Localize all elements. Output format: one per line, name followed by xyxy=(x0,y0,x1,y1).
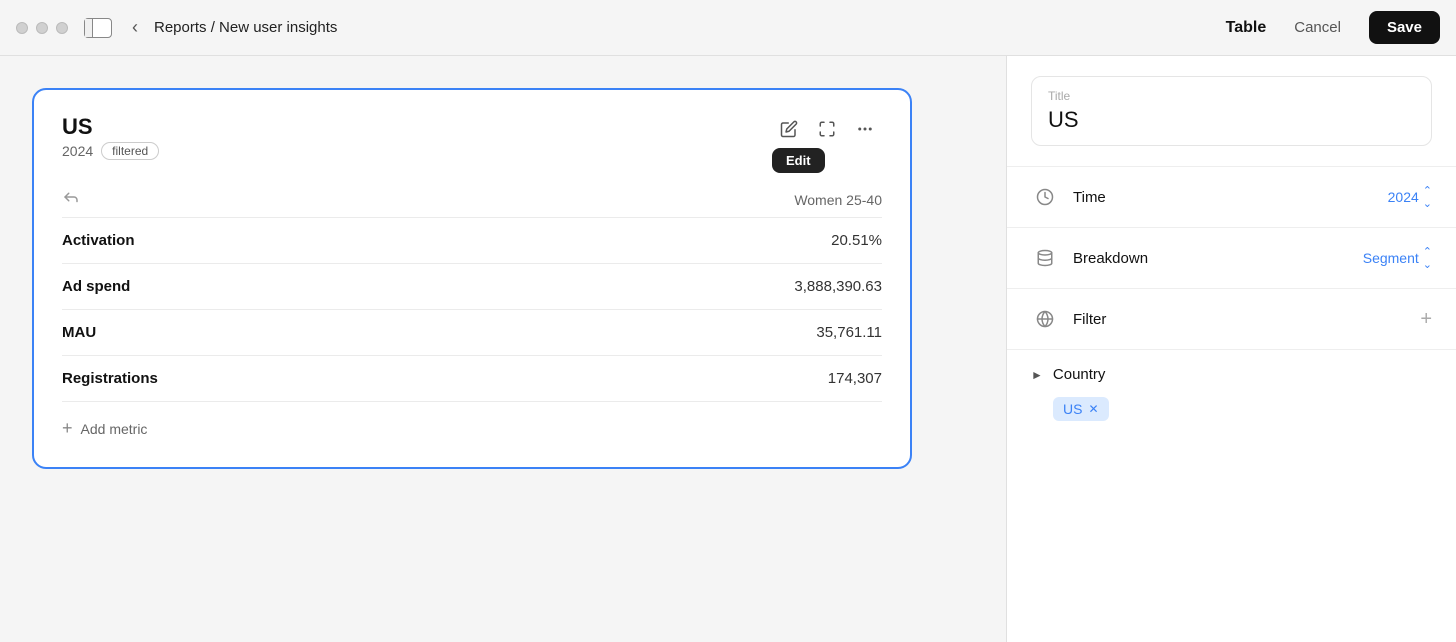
metric-value: 35,761.11 xyxy=(816,324,882,341)
edit-button[interactable] xyxy=(772,114,806,144)
breakdown-icon xyxy=(1031,244,1059,272)
card-title: US xyxy=(62,114,159,140)
country-label: Country xyxy=(1053,366,1106,383)
filter-label: Filter xyxy=(1073,311,1420,328)
title-field-label: Title xyxy=(1048,89,1415,103)
cancel-button[interactable]: Cancel xyxy=(1282,13,1353,42)
traffic-light-maximize[interactable] xyxy=(56,22,68,34)
traffic-light-minimize[interactable] xyxy=(36,22,48,34)
breakdown-chevron-icon: ⌃⌄ xyxy=(1423,245,1432,271)
sidebar-toggle-button[interactable] xyxy=(84,18,112,38)
country-tag-label: US xyxy=(1063,401,1082,417)
card-table: Women 25-40 Activation 20.51% Ad spend 3… xyxy=(62,178,882,443)
metric-row: Registrations 174,307 xyxy=(62,355,882,401)
metric-rows: Activation 20.51% Ad spend 3,888,390.63 … xyxy=(62,217,882,401)
breakdown-row: Breakdown Segment ⌃⌄ xyxy=(1007,228,1456,289)
metric-row: Activation 20.51% xyxy=(62,217,882,263)
segment-row: Women 25-40 xyxy=(62,178,882,217)
breadcrumb: Reports / New user insights xyxy=(154,19,337,36)
filter-add-button[interactable]: + xyxy=(1420,308,1432,331)
country-section: ► Country US ✕ xyxy=(1007,350,1456,437)
breakdown-label: Breakdown xyxy=(1073,250,1363,267)
time-label: Time xyxy=(1073,189,1388,206)
edit-tooltip: Edit xyxy=(772,148,825,173)
left-panel: US 2024 filtered Edit xyxy=(0,56,1006,642)
titlebar-right: Table Cancel Save xyxy=(1226,11,1440,44)
time-chevron-icon: ⌃⌄ xyxy=(1423,184,1432,210)
title-field-box[interactable]: Title US xyxy=(1031,76,1432,146)
time-value[interactable]: 2024 ⌃⌄ xyxy=(1388,184,1432,210)
main-layout: US 2024 filtered Edit xyxy=(0,56,1456,642)
card-title-group: US 2024 filtered xyxy=(62,114,159,160)
segment-label: Women 25-40 xyxy=(794,192,882,208)
traffic-light-close[interactable] xyxy=(16,22,28,34)
pencil-icon xyxy=(780,120,798,138)
card-subtitle: 2024 filtered xyxy=(62,142,159,160)
back-button[interactable]: ‹ xyxy=(128,13,142,42)
metric-name: Ad spend xyxy=(62,278,130,295)
country-header: ► Country xyxy=(1031,366,1432,383)
metric-value: 20.51% xyxy=(831,232,882,249)
resize-icon xyxy=(818,120,836,138)
resize-button[interactable] xyxy=(810,114,844,144)
time-icon xyxy=(1031,183,1059,211)
country-tag: US ✕ xyxy=(1053,397,1109,421)
sidebar-toggle-inner xyxy=(85,19,93,37)
add-metric-row[interactable]: + Add metric xyxy=(62,401,882,443)
metric-value: 3,888,390.63 xyxy=(794,278,882,295)
add-metric-label: Add metric xyxy=(81,421,148,437)
filtered-badge[interactable]: filtered xyxy=(101,142,159,160)
country-chevron-icon[interactable]: ► xyxy=(1031,368,1043,382)
filter-icon xyxy=(1031,305,1059,333)
panel-title: Table xyxy=(1226,19,1267,37)
traffic-lights xyxy=(16,22,68,34)
metric-row: Ad spend 3,888,390.63 xyxy=(62,263,882,309)
metric-row: MAU 35,761.11 xyxy=(62,309,882,355)
metric-name: Activation xyxy=(62,232,135,249)
metric-name: Registrations xyxy=(62,370,158,387)
card-header: US 2024 filtered Edit xyxy=(62,114,882,160)
metric-name: MAU xyxy=(62,324,96,341)
country-tag-remove-button[interactable]: ✕ xyxy=(1088,402,1098,416)
card-actions: Edit xyxy=(772,114,882,144)
more-options-button[interactable] xyxy=(848,114,882,144)
card-year: 2024 xyxy=(62,143,93,159)
metric-value: 174,307 xyxy=(828,370,882,387)
time-row: Time 2024 ⌃⌄ xyxy=(1007,167,1456,228)
save-button[interactable]: Save xyxy=(1369,11,1440,44)
country-tags: US ✕ xyxy=(1031,397,1432,421)
title-field-value: US xyxy=(1048,107,1415,133)
breakdown-value[interactable]: Segment ⌃⌄ xyxy=(1363,245,1432,271)
ellipsis-icon xyxy=(856,120,874,138)
card: US 2024 filtered Edit xyxy=(32,88,912,469)
reply-icon xyxy=(62,188,80,211)
right-panel: Title US Time 2024 ⌃⌄ xyxy=(1006,56,1456,642)
add-icon: + xyxy=(62,418,73,439)
title-section: Title US xyxy=(1007,56,1456,167)
titlebar: ‹ Reports / New user insights Table Canc… xyxy=(0,0,1456,56)
filter-row: Filter + xyxy=(1007,289,1456,350)
